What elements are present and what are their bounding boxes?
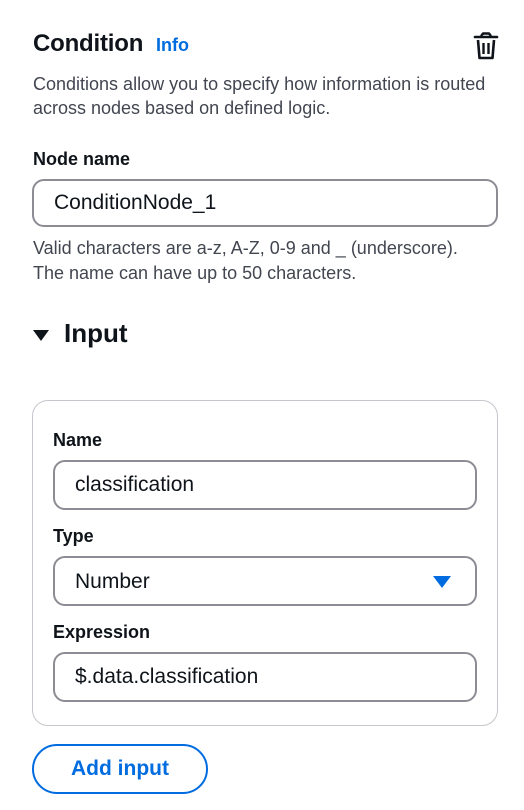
node-name-hint-line2: The name can have up to 50 characters. [33,263,357,283]
add-input-button[interactable]: Add input [32,744,208,794]
input-type-value: Number [75,570,150,593]
node-name-label: Node name [33,149,131,169]
input-expression-label: Expression [53,622,151,642]
input-name-field[interactable] [53,460,477,510]
input-expression-field[interactable] [53,652,477,702]
panel-header: Condition Info [33,30,501,62]
caret-down-icon [33,330,49,341]
input-section-title: Input [64,318,128,348]
input-name-label: Name [53,430,103,450]
info-link[interactable]: Info [156,35,189,56]
node-name-hint: Valid characters are a-z, A-Z, 0-9 and _… [33,236,501,286]
input-type-label: Type [53,526,94,546]
dropdown-caret-icon [433,576,451,588]
panel-title: Condition [33,30,144,57]
node-name-hint-line1: Valid characters are a-z, A-Z, 0-9 and _… [33,238,458,258]
input-type-select[interactable]: Number [53,556,477,606]
trash-icon[interactable] [473,32,499,60]
node-name-input[interactable] [32,179,498,227]
panel-description: Conditions allow you to specify how info… [33,74,486,118]
